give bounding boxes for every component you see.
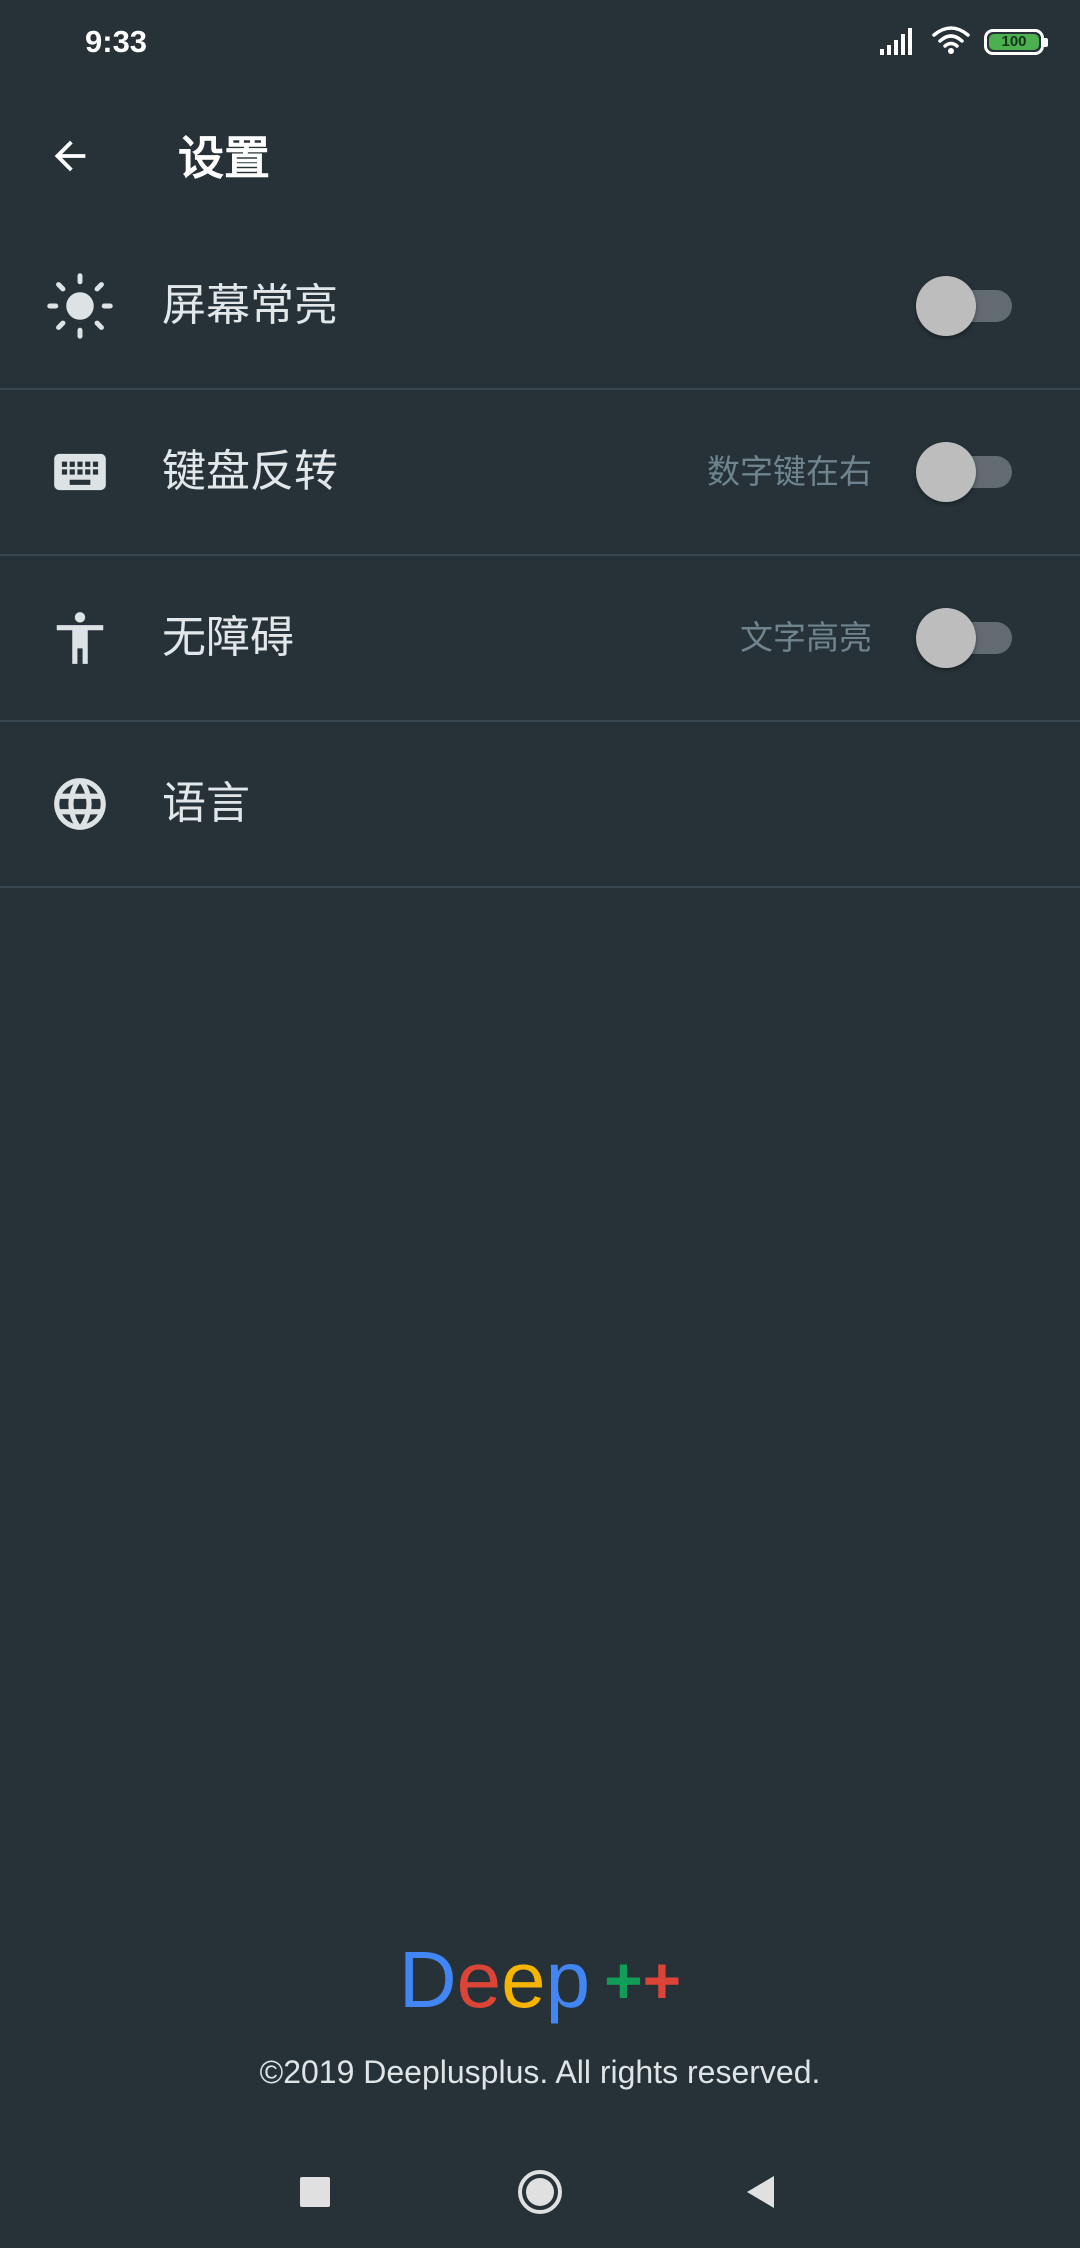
brightness-icon xyxy=(45,271,115,341)
signal-icon xyxy=(880,25,918,59)
page-title: 设置 xyxy=(178,131,270,185)
setting-label: 语言 xyxy=(162,778,250,829)
logo-plus: + xyxy=(642,1943,682,2017)
setting-language[interactable]: 语言 xyxy=(0,722,1080,888)
logo-plus: + xyxy=(604,1943,643,2017)
navigation-bar xyxy=(0,2140,1080,2248)
setting-keep-screen-on[interactable]: 屏幕常亮 xyxy=(0,224,1080,390)
toolbar: 设置 xyxy=(0,82,1080,224)
setting-label: 无障碍 xyxy=(162,612,294,663)
keep-screen-on-toggle[interactable] xyxy=(916,276,1012,336)
setting-accessibility[interactable]: 无障碍 文字高亮 xyxy=(0,556,1080,722)
keyboard-icon xyxy=(45,437,115,507)
wifi-icon xyxy=(932,25,970,59)
battery-level: 100 xyxy=(989,34,1039,50)
accessibility-icon xyxy=(45,603,115,673)
accessibility-toggle[interactable] xyxy=(916,608,1012,668)
back-nav-button[interactable] xyxy=(729,2162,793,2226)
recents-button[interactable] xyxy=(283,2162,347,2226)
back-icon xyxy=(744,2174,778,2214)
status-icons: 100 xyxy=(880,24,1048,60)
settings-list: 屏幕常亮 键盘反转 数字键在右 无障碍 文字高亮 语言 xyxy=(0,224,1080,888)
back-button[interactable] xyxy=(30,118,110,198)
copyright-text: ©2019 Deeplusplus. All rights reserved. xyxy=(259,2054,821,2090)
status-time: 9:33 xyxy=(85,24,148,59)
setting-hint: 数字键在右 xyxy=(707,452,872,491)
logo-letter: e xyxy=(501,1935,546,2024)
arrow-back-icon xyxy=(47,133,93,183)
logo-letter: p xyxy=(545,1935,591,2024)
home-button[interactable] xyxy=(508,2162,572,2226)
recents-icon xyxy=(299,2176,331,2212)
logo-letter: e xyxy=(456,1935,502,2024)
keyboard-flip-toggle[interactable] xyxy=(916,442,1012,502)
setting-hint: 文字高亮 xyxy=(740,618,872,657)
setting-label: 键盘反转 xyxy=(162,446,338,497)
status-bar: 9:33 100 xyxy=(0,0,1080,82)
setting-label: 屏幕常亮 xyxy=(162,280,338,331)
battery-icon: 100 xyxy=(984,29,1048,55)
logo-letter: D xyxy=(398,1935,457,2024)
globe-icon xyxy=(45,769,115,839)
app-logo: Deep ++ xyxy=(0,1935,1080,2025)
home-icon xyxy=(516,2168,564,2220)
setting-keyboard-flip[interactable]: 键盘反转 数字键在右 xyxy=(0,390,1080,556)
